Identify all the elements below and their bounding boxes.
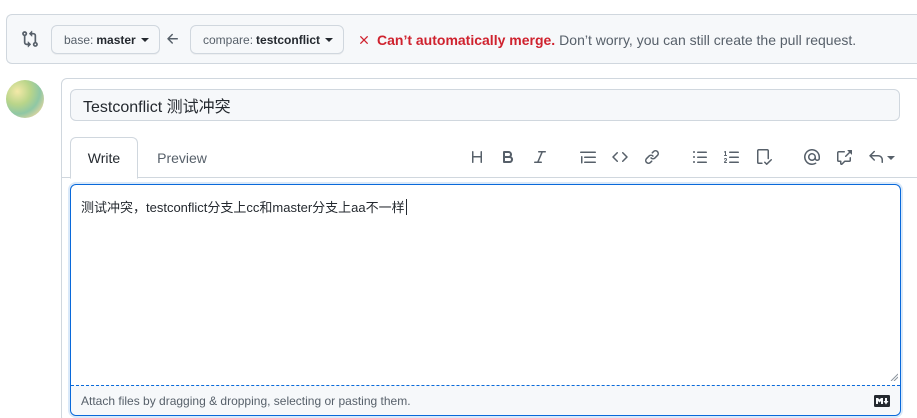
- code-button[interactable]: [608, 145, 632, 169]
- merge-status-strong: Can’t automatically merge.: [377, 32, 556, 48]
- git-compare-icon: [22, 30, 38, 48]
- base-branch-label: base:: [64, 32, 94, 47]
- tab-write[interactable]: Write: [70, 137, 138, 179]
- compare-branch-select[interactable]: compare: testconflict: [190, 25, 345, 54]
- italic-icon: [534, 151, 546, 163]
- task-list-button[interactable]: [752, 145, 776, 169]
- unordered-list-icon: [693, 151, 707, 163]
- merge-status: Can’t automatically merge. Don’t worry, …: [357, 32, 856, 48]
- resize-handle-icon[interactable]: [890, 373, 898, 381]
- comment-body-text: 测试冲突，testconflict分支上cc和master分支上aa不一样: [81, 197, 407, 216]
- base-branch-select[interactable]: base: master: [51, 25, 160, 54]
- compare-branch-label: compare:: [203, 32, 254, 47]
- avatar[interactable]: [6, 80, 44, 118]
- compare-bar: base: master compare: testconflict Can’t…: [6, 14, 917, 64]
- task-list-icon: [757, 149, 772, 165]
- title-input[interactable]: [70, 89, 900, 121]
- merge-status-message: Don’t worry, you can still create the pu…: [559, 32, 857, 48]
- ordered-list-icon: [724, 151, 739, 163]
- chevron-down-icon: [886, 155, 895, 160]
- link-icon: [644, 149, 660, 165]
- code-icon: [612, 151, 628, 163]
- unordered-list-button[interactable]: [688, 145, 712, 169]
- comment-body-content: 测试冲突，testconflict分支上cc和master分支上aa不一样: [81, 200, 405, 215]
- attach-files-hint: Attach files by dragging & dropping, sel…: [81, 393, 411, 408]
- mention-icon: [804, 149, 820, 165]
- italic-button[interactable]: [528, 145, 552, 169]
- cross-reference-icon: [837, 150, 852, 165]
- link-button[interactable]: [640, 145, 664, 169]
- heading-button[interactable]: [465, 145, 489, 169]
- chevron-down-icon: [140, 38, 149, 42]
- markdown-icon[interactable]: [874, 395, 890, 407]
- attach-files-bar[interactable]: Attach files by dragging & dropping, sel…: [71, 385, 900, 415]
- bold-icon: [503, 151, 514, 163]
- text-cursor: [405, 199, 407, 215]
- quote-button[interactable]: [576, 145, 600, 169]
- bold-button[interactable]: [496, 145, 520, 169]
- arrow-left-icon: [167, 33, 178, 44]
- quote-icon: [580, 151, 596, 164]
- editor-tab-bar: Write Preview: [62, 135, 917, 179]
- ordered-list-button[interactable]: [720, 145, 744, 169]
- tab-preview[interactable]: Preview: [142, 137, 222, 179]
- base-branch-value: master: [96, 32, 136, 47]
- pull-request-form: Write Preview: [61, 78, 917, 418]
- heading-icon: [472, 151, 482, 163]
- comment-body-textarea[interactable]: 测试冲突，testconflict分支上cc和master分支上aa不一样 At…: [70, 184, 901, 416]
- compare-branch-value: testconflict: [256, 32, 321, 47]
- mention-button[interactable]: [800, 145, 824, 169]
- chevron-down-icon: [325, 38, 334, 42]
- reply-icon: [868, 150, 883, 163]
- saved-replies-button[interactable]: [864, 145, 898, 169]
- x-icon: [360, 36, 368, 44]
- cross-reference-button[interactable]: [832, 145, 856, 169]
